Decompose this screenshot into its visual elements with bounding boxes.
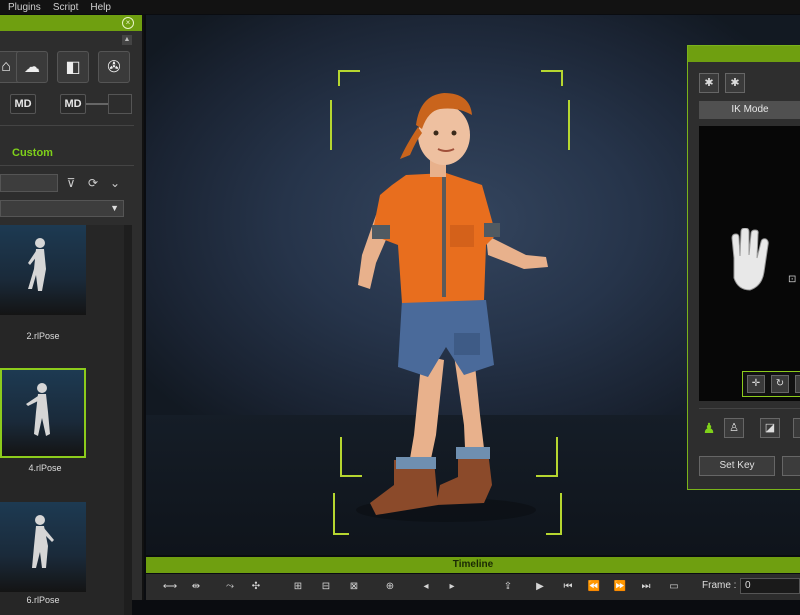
pose-list: 2.rlPose 4.rlPose 6.rlPose	[0, 225, 124, 615]
search-input[interactable]	[0, 174, 58, 192]
film-reel-icon[interactable]: ✇	[98, 51, 130, 83]
transform-controls: ✛ ↻ ⤡	[742, 371, 800, 397]
cloud-icon[interactable]: ☁	[16, 51, 48, 83]
list-scrollbar[interactable]	[124, 225, 132, 615]
curve-icon[interactable]: ⤳	[222, 580, 238, 594]
body-pose-icon[interactable]: ✱	[699, 73, 719, 93]
pose-thumbnail[interactable]	[0, 502, 86, 592]
set-key-button[interactable]: Set Key	[699, 456, 775, 476]
delete-key-icon[interactable]: ⊟	[318, 580, 334, 594]
pose-thumbnail-selected[interactable]: 4.rlPose	[0, 368, 86, 473]
category-dropdown[interactable]: ▼	[0, 200, 124, 217]
fit-range-icon[interactable]: ⟷	[162, 580, 178, 594]
panel-header	[688, 46, 800, 62]
empty-slot[interactable]	[108, 94, 132, 114]
pose-figure-icon	[26, 383, 50, 436]
menu-plugins[interactable]: Plugins	[8, 2, 41, 13]
body-green-icon[interactable]: ♟	[700, 418, 718, 438]
menu-script[interactable]: Script	[53, 2, 79, 13]
filter-icon[interactable]: ⊽	[62, 174, 80, 192]
character-figure[interactable]	[336, 85, 576, 525]
menu-bar: Plugins Script Help	[0, 0, 800, 14]
close-icon[interactable]: ×	[122, 17, 134, 29]
go-to-start-icon[interactable]: ⏮	[560, 580, 576, 594]
menu-help[interactable]: Help	[90, 2, 111, 13]
pose-figure-icon	[28, 238, 46, 291]
rewind-icon[interactable]: ⏪	[586, 580, 602, 594]
edit-motion-panel: ✱ ✱ IK Mode ⊡ ✛ ↻ ⤡ ♟ ♙ ◪ Set Key	[687, 45, 800, 490]
timeline-header: Timeline	[146, 557, 800, 573]
pose-label: 2.rlPose	[26, 331, 60, 341]
frame-input[interactable]: 0	[740, 578, 800, 594]
go-to-end-icon[interactable]: ⏭	[638, 580, 654, 594]
reset-button[interactable]	[782, 456, 800, 476]
refresh-icon[interactable]: ⟳	[84, 174, 102, 192]
effector-icon[interactable]: ◪	[760, 418, 780, 438]
scale-icon[interactable]: ⤡	[795, 375, 800, 393]
next-key-icon[interactable]: ▸	[444, 580, 460, 594]
divider	[0, 125, 134, 126]
shapes-icon[interactable]: ◧	[57, 51, 89, 83]
chevron-circle-icon[interactable]: ⌄	[106, 174, 124, 192]
marker-icon[interactable]: ⊠	[346, 580, 362, 594]
person-icon[interactable]: ♙	[724, 418, 744, 438]
export-icon[interactable]: ⇪	[500, 580, 516, 594]
expand-range-icon[interactable]: ⇹	[188, 580, 204, 594]
chevron-down-icon: ▼	[110, 203, 119, 213]
previous-key-icon[interactable]: ◂	[418, 580, 434, 594]
key-add-icon[interactable]: ✣	[248, 580, 264, 594]
rotate-icon[interactable]: ↻	[771, 375, 789, 393]
move-icon[interactable]: ✛	[747, 375, 765, 393]
zoom-icon[interactable]: ⊕	[382, 580, 398, 594]
loop-icon[interactable]: ▭	[666, 580, 682, 594]
content-panel: × ▲ ⌂ ☁ ◧ ✇ MD MD Custom ⊽ ⟳ ⌄ ▼ 2.rlPos…	[0, 15, 144, 615]
insert-key-icon[interactable]: ⊞	[290, 580, 306, 594]
md-slider-track[interactable]	[86, 103, 108, 105]
hand-icon[interactable]	[724, 228, 774, 298]
lock-icon[interactable]: ⊡	[788, 274, 796, 285]
play-icon[interactable]: ▶	[532, 580, 548, 594]
pose-label: 4.rlPose	[28, 463, 62, 473]
pose-label: 6.rlPose	[26, 595, 60, 605]
tab-custom[interactable]: Custom	[12, 147, 53, 159]
content-panel-header: ×	[0, 15, 142, 31]
scroll-up-icon[interactable]: ▲	[122, 35, 132, 45]
md-button-1[interactable]: MD	[10, 94, 36, 114]
selection-bracket-top-left	[338, 70, 360, 86]
pose-figure-icon	[32, 515, 54, 568]
divider	[699, 408, 800, 409]
md-button-2[interactable]: MD	[60, 94, 86, 114]
ik-mode-button[interactable]: IK Mode	[699, 101, 800, 119]
selection-bracket-top-right	[541, 70, 563, 86]
body-pose-alt-icon[interactable]: ✱	[725, 73, 745, 93]
divider	[0, 165, 134, 166]
fast-forward-icon[interactable]: ⏩	[612, 580, 628, 594]
extra-icon[interactable]	[793, 418, 800, 438]
pose-thumbnail[interactable]	[0, 225, 86, 315]
frame-label: Frame :	[702, 580, 737, 591]
timeline-controls: ⟷ ⇹ ⤳ ✣ ⊞ ⊟ ⊠ ⊕ ◂ ▸ ⇪ ▶ ⏮ ⏪ ⏩ ⏭ ▭ Frame …	[146, 574, 800, 600]
